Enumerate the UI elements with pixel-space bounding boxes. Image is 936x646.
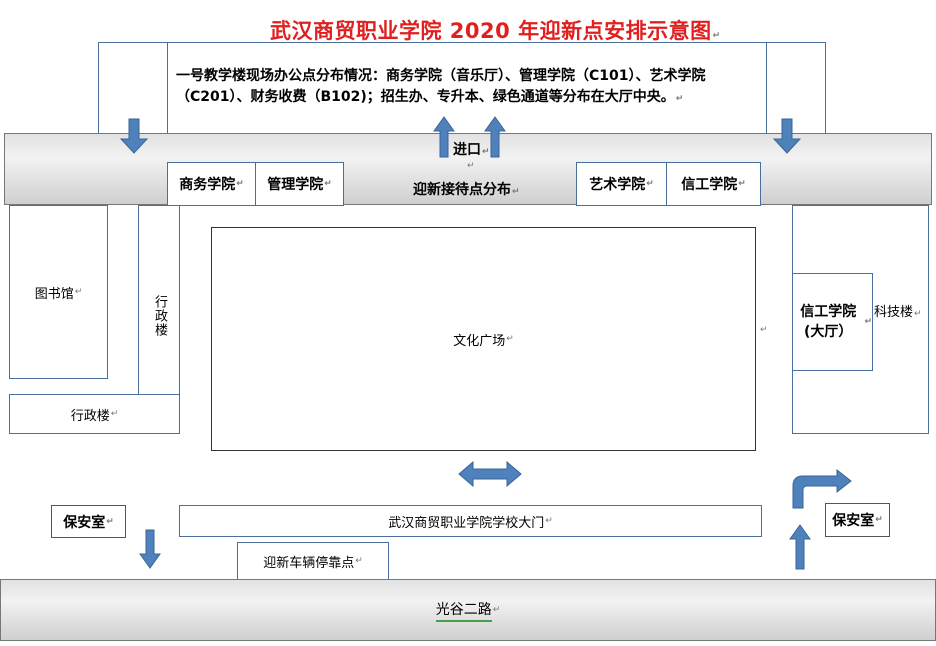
road-guanggu-2: 光谷二路 ↵ (0, 579, 936, 641)
cultural-plaza: 文化广场 ↵ (211, 227, 756, 451)
arrow-down-security-icon (139, 529, 161, 569)
admin-building-vertical-label: 行政楼 (152, 295, 167, 337)
arrow-down-left-icon (119, 118, 149, 154)
parking-point: 迎新车辆停靠点 ↵ (237, 542, 389, 580)
reception-label: 迎新接待点分布↵ (413, 182, 520, 198)
notice-divider-right (766, 42, 767, 134)
return-mark: ↵ (760, 325, 768, 335)
college-yishu: 艺术学院 ↵ (576, 162, 667, 206)
arrow-up-entrance-left-icon (433, 116, 455, 158)
arrow-down-right-icon (772, 118, 802, 154)
school-gate: 武汉商贸职业学院学校大门 ↵ (179, 505, 762, 537)
college-shangwu: 商务学院 ↵ (167, 162, 256, 206)
library-building: 图书馆 ↵ (9, 205, 108, 379)
security-room-left: 保安室 ↵ (51, 505, 126, 538)
tech-building-label: 科技楼↵ (874, 305, 922, 320)
notice-divider-left (167, 42, 168, 134)
college-xingong: 信工学院 ↵ (666, 162, 761, 206)
notice-text: 一号教学楼现场办公点分布情况：商务学院（音乐厅）、管理学院（C101）、艺术学院… (176, 68, 706, 105)
double-arrow-icon (458, 460, 522, 488)
security-room-right: 保安室 ↵ (825, 503, 890, 537)
arrow-up-entrance-right-icon (484, 116, 506, 158)
arrow-up-right-icon (789, 524, 811, 570)
college-guanli: 管理学院 ↵ (255, 162, 344, 206)
return-mark: ↵ (467, 161, 475, 171)
admin-building-horizontal: 行政楼 ↵ (9, 394, 180, 434)
diagram-title: 武汉商贸职业学院 2020 年迎新点安排示意图↵ (270, 19, 721, 43)
it-college-hall: 信工学院(大厅） ↵ (792, 273, 873, 371)
bent-arrow-right-icon (792, 468, 852, 509)
